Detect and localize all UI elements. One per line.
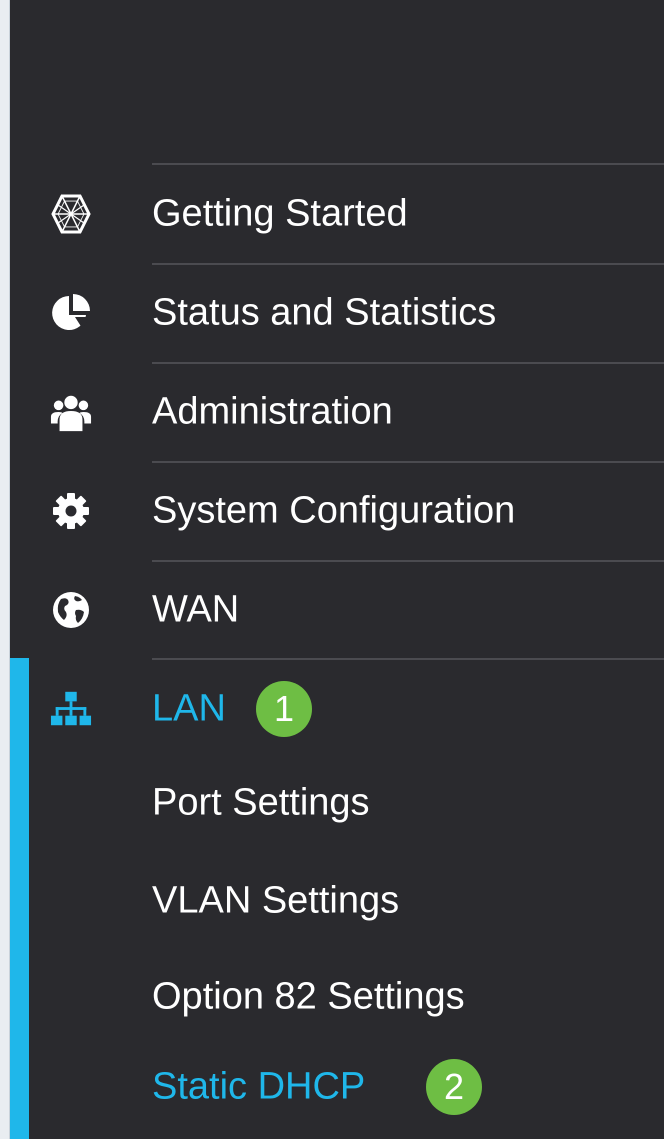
pie-chart-icon xyxy=(50,292,92,334)
nav-item-label: LAN xyxy=(152,687,226,730)
nav-item-label: Administration xyxy=(152,390,393,433)
globe-icon xyxy=(50,589,92,631)
nav-subitem-vlan-settings[interactable]: VLAN Settings xyxy=(0,856,664,946)
nav-item-label: WAN xyxy=(152,588,240,631)
nav-subitem-static-dhcp[interactable]: Static DHCP 2 xyxy=(0,1042,664,1132)
nav-subitem-label: Port Settings xyxy=(152,781,370,824)
nav-item-status-and-statistics[interactable]: Status and Statistics xyxy=(0,264,664,362)
nav-item-label: Getting Started xyxy=(152,192,408,235)
step-badge: 2 xyxy=(426,1059,482,1115)
nav-subitem-option-82-settings[interactable]: Option 82 Settings xyxy=(0,952,664,1042)
nav-item-administration[interactable]: Administration xyxy=(0,363,664,461)
hexagon-globe-icon xyxy=(50,193,92,235)
nav-subitem-label: VLAN Settings xyxy=(152,879,400,922)
sidebar-nav: Getting Started Status and Statistics Ad… xyxy=(0,0,664,1139)
nav-subitem-port-settings[interactable]: Port Settings xyxy=(0,758,664,848)
step-badge: 1 xyxy=(256,681,312,737)
nav-item-label: Status and Statistics xyxy=(152,291,497,334)
network-icon xyxy=(50,688,92,730)
nav-item-wan[interactable]: WAN xyxy=(0,561,664,659)
nav-item-label: System Configuration xyxy=(152,489,516,532)
nav-subitem-label: Option 82 Settings xyxy=(152,975,465,1018)
nav-item-getting-started[interactable]: Getting Started xyxy=(0,165,664,263)
gear-icon xyxy=(50,490,92,532)
users-icon xyxy=(50,391,92,433)
nav-item-system-configuration[interactable]: System Configuration xyxy=(0,462,664,560)
nav-item-lan[interactable]: LAN 1 xyxy=(0,660,664,758)
nav-subitem-label: Static DHCP xyxy=(152,1065,366,1108)
